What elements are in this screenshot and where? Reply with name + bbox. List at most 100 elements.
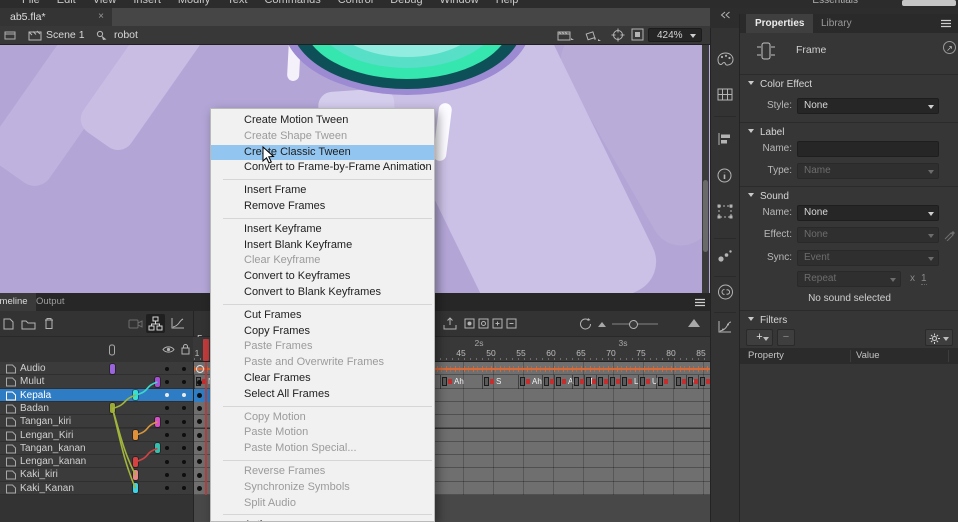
label-name-input[interactable]	[797, 141, 939, 157]
menu-view[interactable]: View	[93, 0, 117, 6]
panel-menu-icon[interactable]	[940, 19, 952, 28]
layer-lock-dot[interactable]	[182, 460, 186, 464]
parenting-pill[interactable]	[155, 443, 160, 453]
help-link-icon[interactable]: ↗	[943, 41, 956, 54]
align-icon[interactable]	[717, 132, 732, 146]
menu-modify[interactable]: Modify	[178, 0, 210, 6]
filter-options-button[interactable]	[925, 329, 953, 346]
context-menu-item-insert-frame[interactable]: Insert Frame	[211, 183, 434, 199]
export-frames-icon[interactable]	[443, 317, 457, 330]
layer-row-lengan-kiri[interactable]: Lengan_Kiri	[0, 429, 193, 442]
layer-row-badan[interactable]: Badan	[0, 402, 193, 415]
layer-lock-dot[interactable]	[182, 393, 186, 397]
layer-lock-dot[interactable]	[182, 380, 186, 384]
keyframe-marker[interactable]	[197, 446, 202, 451]
context-menu-item-insert-keyframe[interactable]: Insert Keyframe	[211, 222, 434, 238]
timeline-zoom-in-icon[interactable]	[687, 317, 701, 328]
loop-playback-icon[interactable]	[579, 317, 593, 330]
mouth-keyframe[interactable]	[584, 375, 596, 388]
timeline-zoom-slider-knob[interactable]	[629, 320, 638, 329]
insert-keyframe-icon[interactable]	[464, 318, 475, 329]
parenting-view-icon[interactable]	[146, 314, 165, 333]
delete-layer-icon[interactable]	[43, 317, 55, 330]
parenting-pill[interactable]	[133, 430, 138, 440]
menu-file[interactable]: File	[22, 0, 40, 6]
remove-filter-button[interactable]: −	[777, 329, 795, 346]
menu-debug[interactable]: Debug	[390, 0, 422, 6]
layer-visibility-dot[interactable]	[165, 460, 169, 464]
layer-row-audio[interactable]: Audio	[0, 362, 193, 375]
insert-frame-icon[interactable]	[492, 318, 503, 329]
new-layer-icon[interactable]	[2, 318, 15, 330]
insert-blank-keyframe-icon[interactable]	[478, 318, 489, 329]
mouth-keyframe[interactable]	[698, 375, 710, 388]
collapse-panels-icon[interactable]	[720, 11, 731, 19]
parenting-pill[interactable]	[110, 364, 115, 374]
close-tab-icon[interactable]: ×	[98, 8, 104, 26]
layer-row-kaki-kiri[interactable]: Kaki_kiri	[0, 468, 193, 481]
clip-content-icon[interactable]	[631, 28, 644, 41]
brush-library-icon[interactable]	[717, 248, 733, 263]
mouth-keyframe[interactable]	[608, 375, 620, 388]
menu-help[interactable]: Help	[496, 0, 519, 6]
parenting-pill[interactable]	[155, 417, 160, 427]
menu-commands[interactable]: Commands	[264, 0, 320, 6]
transform-icon[interactable]	[717, 204, 733, 219]
layer-lock-dot[interactable]	[182, 433, 186, 437]
context-menu-item-clear-frames[interactable]: Clear Frames	[211, 371, 434, 387]
context-menu-item-convert-to-keyframes[interactable]: Convert to Keyframes	[211, 269, 434, 285]
scrollbar-handle[interactable]	[703, 180, 708, 252]
layer-row-kepala[interactable]: Kepala	[0, 389, 193, 402]
layer-lock-dot[interactable]	[182, 367, 186, 371]
paint-bucket-icon[interactable]	[584, 29, 601, 42]
mouth-keyframe[interactable]	[542, 375, 554, 388]
layer-visibility-dot[interactable]	[165, 433, 169, 437]
menu-text[interactable]: Text	[227, 0, 247, 6]
section-filters[interactable]: Filters	[740, 310, 958, 327]
new-folder-icon[interactable]	[21, 319, 36, 330]
parenting-pill[interactable]	[133, 390, 138, 400]
layer-visibility-dot[interactable]	[165, 486, 169, 490]
section-color-effect[interactable]: Color Effect	[740, 74, 958, 91]
menu-edit[interactable]: Edit	[57, 0, 76, 6]
workspace-switcher[interactable]: Essentials	[812, 0, 858, 6]
cc-libraries-icon[interactable]	[717, 284, 734, 300]
layer-row-kaki-kanan[interactable]: Kaki_Kanan	[0, 482, 193, 495]
layer-lock-dot[interactable]	[182, 446, 186, 450]
layer-lock-dot[interactable]	[182, 406, 186, 410]
timeline-panel-menu-icon[interactable]	[694, 298, 706, 307]
keyframe-marker[interactable]	[197, 380, 202, 385]
parenting-pill[interactable]	[133, 483, 138, 493]
layer-visibility-dot[interactable]	[165, 473, 169, 477]
sound-name-dropdown[interactable]: None	[797, 205, 939, 221]
edit-scene-icon[interactable]	[4, 30, 16, 40]
parenting-pill[interactable]	[110, 403, 115, 413]
layer-row-lengan-kanan[interactable]: Lengan_kanan	[0, 455, 193, 468]
center-stage-icon[interactable]	[611, 28, 625, 42]
breadcrumb-symbol[interactable]: robot	[114, 29, 138, 41]
layer-lock-dot[interactable]	[182, 473, 186, 477]
info-icon[interactable]	[717, 168, 732, 183]
zoom-level-dropdown[interactable]: 424%	[648, 28, 702, 42]
section-sound[interactable]: Sound	[740, 186, 958, 203]
keyframe-marker[interactable]	[197, 433, 202, 438]
remove-frames-icon[interactable]	[506, 318, 517, 329]
motion-presets-icon[interactable]	[717, 320, 733, 334]
context-menu-item-cut-frames[interactable]: Cut Frames	[211, 308, 434, 324]
keyframe-marker[interactable]	[197, 393, 202, 398]
breadcrumb-scene[interactable]: Scene 1	[46, 29, 85, 41]
layer-lock-dot[interactable]	[182, 486, 186, 490]
context-menu-item-copy-frames[interactable]: Copy Frames	[211, 324, 434, 340]
layer-visibility-dot[interactable]	[165, 393, 169, 397]
mouth-keyframe-s[interactable]: S	[482, 375, 501, 388]
stage-vertical-scrollbar[interactable]	[702, 45, 709, 293]
add-filter-button[interactable]: +	[746, 329, 773, 346]
context-menu-item-convert-to-blank-keyframes[interactable]: Convert to Blank Keyframes	[211, 285, 434, 301]
mouth-keyframe-l[interactable]: L	[620, 375, 638, 388]
context-menu-item-select-all-frames[interactable]: Select All Frames	[211, 387, 434, 403]
section-label[interactable]: Label	[740, 122, 958, 139]
layer-lock-dot[interactable]	[182, 420, 186, 424]
keyframe-marker[interactable]	[197, 473, 202, 478]
parenting-pill[interactable]	[133, 470, 138, 480]
context-menu-item-convert-to-frame-by-frame-animation[interactable]: Convert to Frame-by-Frame Animation›	[211, 160, 434, 176]
